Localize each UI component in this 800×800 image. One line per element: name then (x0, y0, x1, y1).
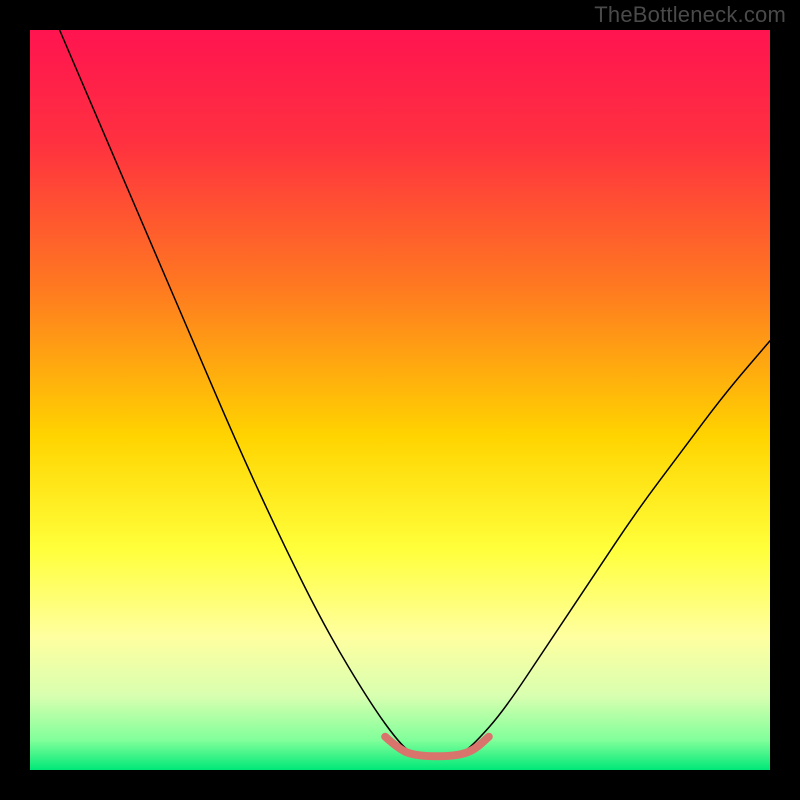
watermark-text: TheBottleneck.com (594, 2, 786, 28)
heat-gradient-background (30, 30, 770, 770)
plot-area (30, 30, 770, 770)
chart-frame: TheBottleneck.com (0, 0, 800, 800)
bottleneck-chart (30, 30, 770, 770)
